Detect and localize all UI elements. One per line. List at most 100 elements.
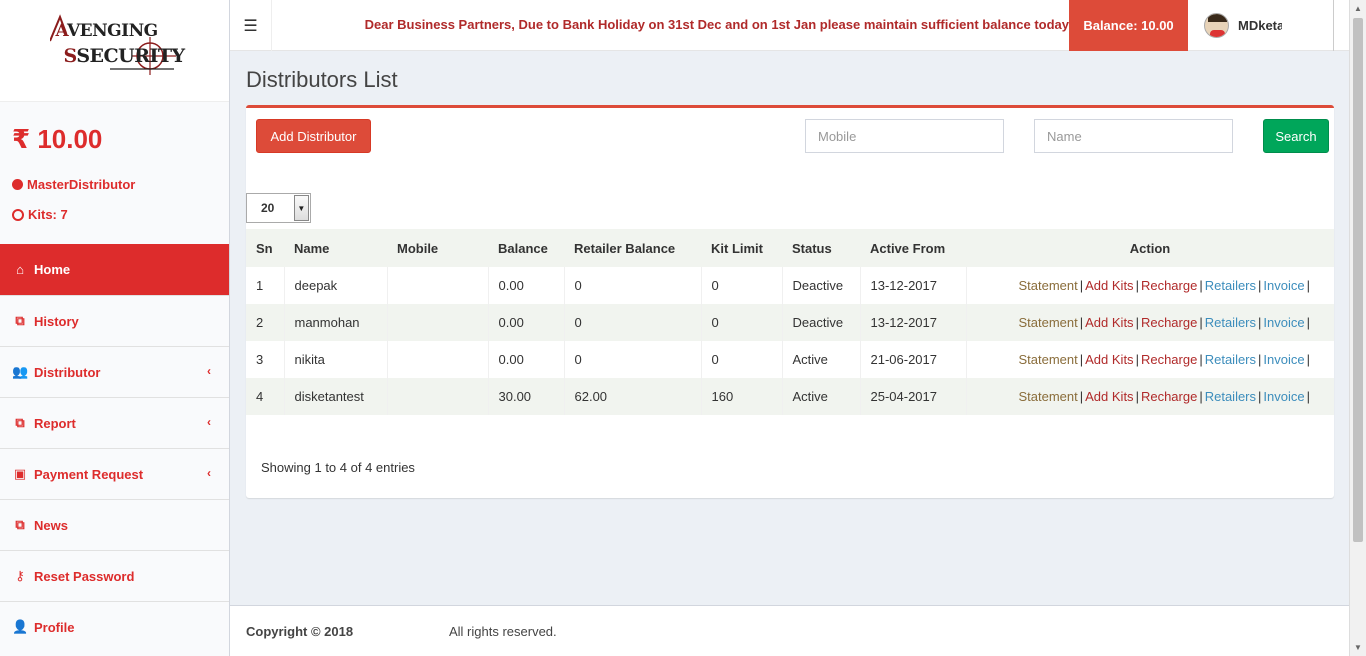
cell-status: Active bbox=[782, 378, 861, 415]
dropdown-arrow-icon[interactable]: ▼ bbox=[293, 195, 309, 221]
invoice-link[interactable]: Invoice bbox=[1263, 389, 1304, 404]
scroll-thumb[interactable] bbox=[1353, 18, 1363, 542]
statement-link[interactable]: Statement bbox=[1018, 389, 1077, 404]
column-header[interactable]: Action bbox=[966, 229, 1334, 267]
column-header[interactable]: Mobile bbox=[387, 229, 488, 267]
cell-mobile bbox=[387, 378, 489, 415]
table-info: Showing 1 to 4 of 4 entries bbox=[261, 460, 415, 475]
separator: | bbox=[1306, 278, 1310, 293]
cell-status: Deactive bbox=[782, 267, 861, 304]
statement-link[interactable]: Statement bbox=[1018, 352, 1077, 367]
retailers-link[interactable]: Retailers bbox=[1205, 389, 1256, 404]
vertical-scrollbar[interactable]: ▲ ▼ bbox=[1349, 0, 1366, 656]
brand-logo[interactable]: AVENGING SSECURITY bbox=[49, 11, 185, 91]
separator: | bbox=[1199, 315, 1203, 330]
invoice-link[interactable]: Invoice bbox=[1263, 315, 1304, 330]
table-header-row: Sn Name Mobile Balance Retailer Balance … bbox=[246, 229, 1334, 267]
table-row: 4 disketantest 30.00 62.00 160 Active 25-04-20… bbox=[246, 378, 1334, 415]
distributors-table: Sn Name Mobile Balance Retailer Balance … bbox=[246, 229, 1334, 415]
balance-badge[interactable]: Balance: 10.00 bbox=[1069, 0, 1188, 51]
separator: | bbox=[1135, 352, 1139, 367]
sidebar-item-profile[interactable]: 👤 Profile bbox=[0, 601, 229, 652]
cell-mobile bbox=[387, 341, 489, 378]
cell-balance: 30.00 bbox=[488, 378, 565, 415]
separator: | bbox=[1135, 389, 1139, 404]
recharge-link[interactable]: Recharge bbox=[1141, 389, 1197, 404]
separator: | bbox=[1258, 315, 1262, 330]
separator: | bbox=[1135, 278, 1139, 293]
add-kits-link[interactable]: Add Kits bbox=[1085, 278, 1133, 293]
user-role: MasterDistributor bbox=[12, 177, 217, 192]
separator: | bbox=[1135, 315, 1139, 330]
add-distributor-button[interactable]: Add Distributor bbox=[256, 119, 371, 153]
column-header[interactable]: Name bbox=[284, 229, 387, 267]
recharge-link[interactable]: Recharge bbox=[1141, 278, 1197, 293]
cell-retailer-balance: 0 bbox=[564, 304, 702, 341]
invoice-link[interactable]: Invoice bbox=[1263, 352, 1304, 367]
circle-icon bbox=[12, 179, 23, 190]
sidebar-item-report[interactable]: ⧉ Report ‹ bbox=[0, 397, 229, 448]
username: MDketan bbox=[1238, 18, 1282, 33]
sidebar-item-home[interactable]: ⌂ Home bbox=[0, 244, 229, 295]
retailers-link[interactable]: Retailers bbox=[1205, 352, 1256, 367]
cell-name: nikita bbox=[284, 341, 388, 378]
menu-toggle-icon[interactable]: ☰ bbox=[230, 0, 272, 51]
separator: | bbox=[1079, 278, 1084, 293]
scroll-down-icon[interactable]: ▼ bbox=[1350, 639, 1366, 656]
top-navbar: ☰ Dear Business Partners, Due to Bank Ho… bbox=[230, 0, 1353, 51]
cell-actions: Statement | Add Kits | Recharge | Retailers | In… bbox=[966, 267, 1334, 304]
name-input[interactable]: Name bbox=[1034, 119, 1233, 153]
cell-active-from: 13-12-2017 bbox=[860, 267, 967, 304]
column-header[interactable]: Sn bbox=[246, 229, 284, 267]
cell-sn: 1 bbox=[246, 267, 285, 304]
cell-balance: 0.00 bbox=[488, 304, 565, 341]
search-button[interactable]: Search bbox=[1263, 119, 1329, 153]
cell-actions: Statement | Add Kits | Recharge | Retailers | In… bbox=[966, 378, 1334, 415]
recharge-link[interactable]: Recharge bbox=[1141, 315, 1197, 330]
kits-count: Kits: 7 bbox=[12, 207, 217, 222]
scroll-up-icon[interactable]: ▲ bbox=[1350, 0, 1366, 17]
copy-icon: ⧉ bbox=[15, 415, 25, 430]
separator: | bbox=[1199, 278, 1203, 293]
cell-retailer-balance: 62.00 bbox=[564, 378, 702, 415]
cell-sn: 4 bbox=[246, 378, 285, 415]
announcement-marquee: Dear Business Partners, Due to Bank Holi… bbox=[364, 17, 1069, 32]
statement-link[interactable]: Statement bbox=[1018, 278, 1077, 293]
separator: | bbox=[1306, 389, 1310, 404]
mobile-input[interactable]: Mobile bbox=[805, 119, 1004, 153]
column-header[interactable]: Retailer Balance bbox=[564, 229, 701, 267]
column-header[interactable]: Status bbox=[782, 229, 860, 267]
retailers-link[interactable]: Retailers bbox=[1205, 315, 1256, 330]
sidebar-item-reset-password[interactable]: ⚷ Reset Password bbox=[0, 550, 229, 601]
cell-status: Active bbox=[782, 341, 861, 378]
rights: All rights reserved. bbox=[449, 623, 557, 639]
sidebar: AVENGING SSECURITY ₹ 10.00 MasterDistrib… bbox=[0, 0, 230, 656]
invoice-link[interactable]: Invoice bbox=[1263, 278, 1304, 293]
sidebar-item-news[interactable]: ⧉ News bbox=[0, 499, 229, 550]
cell-actions: Statement | Add Kits | Recharge | Retailers | In… bbox=[966, 304, 1334, 341]
statement-link[interactable]: Statement bbox=[1018, 315, 1077, 330]
sidebar-item-payment-request[interactable]: ▣ Payment Request ‹ bbox=[0, 448, 229, 499]
add-kits-link[interactable]: Add Kits bbox=[1085, 315, 1133, 330]
cell-active-from: 21-06-2017 bbox=[860, 341, 967, 378]
user-menu[interactable]: MDketan bbox=[1188, 0, 1334, 51]
column-header[interactable]: Kit Limit bbox=[701, 229, 782, 267]
page-length-select[interactable]: 20 ▼ bbox=[246, 193, 311, 223]
column-header[interactable]: Balance bbox=[488, 229, 564, 267]
user-circle-icon bbox=[12, 208, 24, 221]
cell-kit-limit: 160 bbox=[701, 378, 783, 415]
add-kits-link[interactable]: Add Kits bbox=[1085, 352, 1133, 367]
table-row: 3 nikita 0.00 0 0 Active 21-06-2017 Statement | A… bbox=[246, 341, 1334, 378]
recharge-link[interactable]: Recharge bbox=[1141, 352, 1197, 367]
separator: | bbox=[1306, 315, 1310, 330]
separator: | bbox=[1079, 389, 1084, 404]
sidebar-menu: ⌂ Home ⧉ History 👥 Distributor ‹ ⧉ Report ‹ ▣ P… bbox=[0, 244, 229, 652]
sidebar-item-distributor[interactable]: 👥 Distributor ‹ bbox=[0, 346, 229, 397]
cell-status: Deactive bbox=[782, 304, 861, 341]
retailers-link[interactable]: Retailers bbox=[1205, 278, 1256, 293]
add-kits-link[interactable]: Add Kits bbox=[1085, 389, 1133, 404]
table-row: 2 manmohan 0.00 0 0 Deactive 13-12-2017 Stateme… bbox=[246, 304, 1334, 341]
sidebar-item-history[interactable]: ⧉ History bbox=[0, 295, 229, 346]
column-header[interactable]: Active From bbox=[860, 229, 966, 267]
cell-name: deepak bbox=[284, 267, 388, 304]
